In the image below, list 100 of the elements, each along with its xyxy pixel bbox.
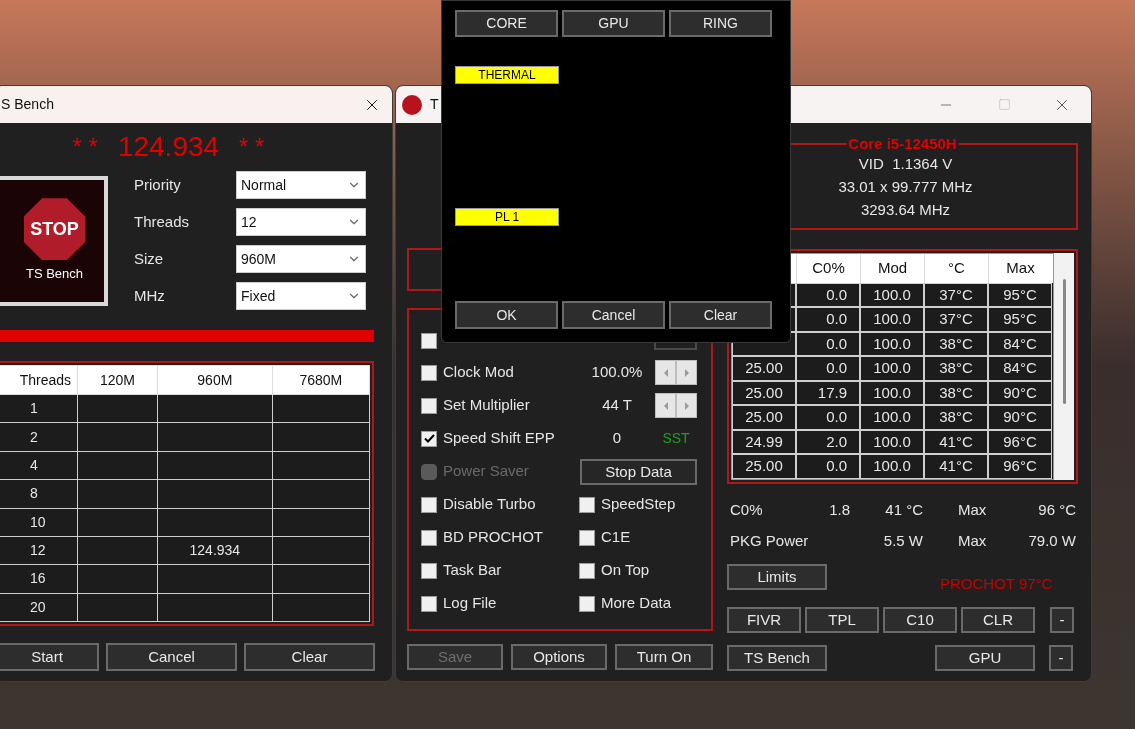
tool-button[interactable]: CLR (961, 606, 1035, 633)
table-cell: 8 (0, 479, 78, 508)
action-button[interactable]: Turn On (615, 644, 713, 670)
checkbox-label: C1E (601, 527, 631, 548)
table-cell: 100.0 (860, 454, 924, 479)
checkbox[interactable] (579, 595, 595, 612)
checkbox-label: Log File (443, 593, 497, 614)
column-header: Threads (0, 365, 78, 395)
prochot-text: PROCHOT 97°C (940, 574, 1053, 594)
column-header: 960M (157, 365, 273, 395)
table-cell: 4 (0, 451, 78, 480)
table-cell: 24.99 (732, 429, 796, 455)
setting-label: Size (134, 248, 165, 269)
checkbox[interactable] (421, 562, 437, 579)
action-button[interactable]: Cancel (106, 643, 237, 671)
right-triangle-icon (682, 367, 691, 378)
checkbox[interactable] (421, 595, 437, 612)
column-header: Max (988, 254, 1052, 283)
stat-value: 1.8 (828, 500, 850, 521)
scrollbar[interactable] (1054, 253, 1074, 480)
checkbox-label: SpeedStep (601, 494, 676, 515)
table-cell: 25.00 (732, 380, 796, 406)
table-cell: 20 (0, 593, 78, 622)
tool-button[interactable]: FIVR (727, 606, 801, 633)
checkbox[interactable] (579, 529, 595, 546)
popup-button[interactable]: Cancel (562, 301, 665, 329)
popup-button[interactable]: OK (455, 301, 558, 329)
table-cell: 0.0 (796, 405, 860, 430)
check-icon (423, 434, 435, 443)
limit-tab-button[interactable]: RING (669, 10, 772, 37)
checkbox[interactable] (421, 397, 437, 414)
option-value: 44 T (601, 395, 633, 416)
cpu-reading: 33.01 x 99.777 MHz (838, 177, 973, 197)
table-cell: 38°C (924, 331, 988, 357)
stat-max-label: Max (957, 531, 988, 552)
table-cell: 41°C (924, 454, 988, 479)
collapse-button[interactable]: - (1049, 644, 1073, 671)
limit-tab-button[interactable]: CORE (455, 10, 558, 37)
stop-sign-logo: STOP (23, 198, 86, 261)
window-title: T (430, 95, 439, 114)
table-cell: 38°C (924, 380, 988, 406)
checkbox-label: Disable Turbo (443, 494, 536, 515)
checkbox[interactable] (579, 496, 595, 513)
table-cell: 96°C (988, 429, 1052, 455)
checkbox[interactable] (421, 333, 437, 349)
setting-label: Threads (134, 211, 191, 232)
table-cell: 12 (0, 536, 78, 565)
dropdown[interactable]: 960M (236, 245, 366, 273)
stop-data-button[interactable]: Stop Data (580, 458, 697, 485)
column-header: Mod (860, 254, 924, 283)
table-cell: 100.0 (860, 380, 924, 406)
popup-button[interactable]: Clear (669, 301, 772, 329)
gpu-button[interactable]: GPU (935, 644, 1035, 671)
table-cell: 17.9 (796, 380, 860, 406)
table-cell: 0.0 (796, 282, 860, 308)
stat-current: 5.5 W (882, 531, 923, 552)
stat-label: C0% (730, 500, 764, 521)
dropdown[interactable]: 12 (236, 208, 366, 236)
checkbox[interactable] (421, 496, 437, 513)
collapse-button[interactable]: - (1050, 606, 1074, 633)
checkbox[interactable] (421, 529, 437, 546)
checkbox[interactable] (421, 364, 437, 381)
column-header: 120M (77, 365, 158, 395)
action-button[interactable]: Options (511, 644, 607, 670)
tool-button[interactable]: TPL (805, 606, 879, 633)
table-cell: 90°C (988, 380, 1052, 406)
stat-max: 79.0 W (1027, 531, 1076, 552)
setting-label: Priority (134, 174, 182, 195)
checkbox-label: Set Multiplier (443, 395, 530, 416)
tool-button[interactable]: C10 (883, 606, 957, 633)
table-cell: 1 (0, 394, 78, 423)
window-title: S Bench (1, 95, 54, 114)
ts-bench-button[interactable]: TS Bench (727, 644, 827, 671)
score-stars: * * (72, 132, 98, 162)
table-cell: 84°C (988, 356, 1052, 381)
column-header: °C (924, 254, 988, 283)
stat-label: PKG Power (730, 531, 810, 552)
checkbox[interactable] (579, 562, 595, 579)
table-cell: 124.934 (157, 536, 273, 565)
table-cell: 0.0 (796, 331, 860, 357)
dropdown[interactable]: Normal (236, 171, 366, 199)
table-cell: 100.0 (860, 282, 924, 308)
table-cell: 37°C (924, 282, 988, 308)
table-cell: 2.0 (796, 429, 860, 455)
table-cell: 25.00 (732, 454, 796, 479)
column-header: 7680M (272, 365, 370, 395)
checkbox-label: More Data (601, 593, 672, 614)
score-stars: * * (239, 132, 265, 162)
table-cell: 25.00 (732, 405, 796, 430)
limit-tab-button[interactable]: GPU (562, 10, 665, 37)
table-cell: 41°C (924, 429, 988, 455)
dropdown[interactable]: Fixed (236, 282, 366, 310)
action-button[interactable]: Start (0, 643, 99, 671)
table-cell: 2 (0, 422, 78, 452)
checkbox[interactable] (421, 430, 437, 447)
checkbox-label: BD PROCHOT (443, 527, 543, 548)
limits-button[interactable]: Limits (727, 564, 827, 591)
status-text: SST (661, 429, 691, 448)
table-cell: 100.0 (860, 405, 924, 430)
action-button[interactable]: Clear (244, 643, 375, 671)
